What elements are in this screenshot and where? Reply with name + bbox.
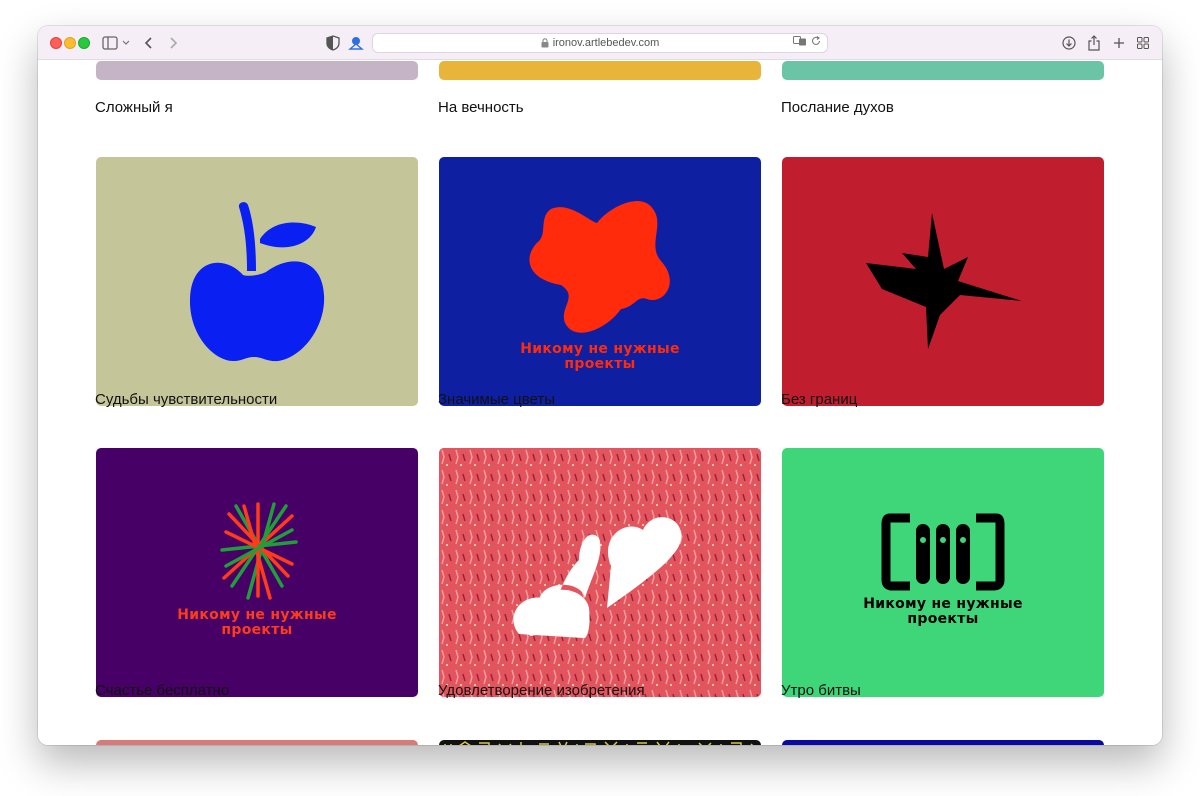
project-title[interactable]: Послание духов — [781, 99, 894, 116]
project-card[interactable] — [439, 448, 761, 697]
forward-button-icon[interactable] — [168, 34, 178, 52]
chevron-down-icon[interactable] — [122, 34, 130, 52]
gallery-content: Сложный я На вечность Послание духов Ник… — [38, 61, 1162, 745]
downloads-icon[interactable] — [1062, 34, 1076, 52]
browser-window: ironov.artlebedev.com Сложный я На вечно… — [38, 26, 1162, 745]
privacy-shield-icon[interactable] — [326, 34, 340, 52]
project-card[interactable] — [96, 61, 418, 80]
project-title[interactable]: Удовлетворение изобретения — [438, 682, 645, 699]
project-card[interactable]: Никому не нужные проекты — [439, 157, 761, 406]
project-card[interactable] — [782, 157, 1104, 406]
project-title[interactable]: Утро битвы — [781, 682, 861, 699]
project-card[interactable]: Никому не нужные проекты — [96, 448, 418, 697]
apple-icon — [189, 202, 325, 362]
address-bar-url: ironov.artlebedev.com — [552, 37, 660, 49]
project-title[interactable]: Судьбы чувствительности — [95, 391, 277, 408]
project-card[interactable] — [96, 157, 418, 406]
sidebar-toggle-icon[interactable] — [102, 34, 118, 52]
browser-toolbar: ironov.artlebedev.com — [38, 26, 1162, 60]
address-bar[interactable]: ironov.artlebedev.com — [372, 33, 828, 53]
translate-icon[interactable] — [793, 36, 807, 49]
share-icon[interactable] — [1088, 34, 1100, 52]
tile-overlay-text: проекты — [564, 356, 636, 372]
logo-icon — [881, 513, 1005, 591]
tile-overlay-text: Никому не нужные — [863, 596, 1023, 612]
tile-overlay-text: проекты — [221, 622, 293, 638]
project-title[interactable]: Счастье бесплатно — [95, 682, 229, 699]
project-card[interactable] — [782, 61, 1104, 80]
project-card[interactable] — [439, 61, 761, 80]
star-icon — [866, 213, 1022, 349]
tile-overlay-text: Никому не нужные — [177, 607, 337, 623]
back-button-icon[interactable] — [144, 34, 154, 52]
minimize-window-button[interactable] — [64, 37, 76, 49]
project-card[interactable] — [439, 740, 761, 745]
project-card[interactable]: Никому не нужные проекты — [782, 448, 1104, 697]
tab-overview-icon[interactable] — [1137, 34, 1149, 52]
extension-icon[interactable] — [348, 34, 364, 52]
project-title[interactable]: На вечность — [438, 99, 524, 116]
project-card[interactable] — [96, 740, 418, 745]
tile-overlay-text: проекты — [907, 611, 979, 627]
hearts-icon — [439, 448, 761, 697]
project-title[interactable]: Без границ — [781, 391, 857, 408]
close-window-button[interactable] — [50, 37, 62, 49]
pattern-icon — [444, 741, 754, 745]
maximize-window-button[interactable] — [78, 37, 90, 49]
reload-icon[interactable] — [811, 36, 821, 49]
new-tab-icon[interactable] — [1113, 34, 1125, 52]
crossed-lines-icon — [220, 502, 298, 600]
tile-overlay-text: Никому не нужные — [520, 341, 680, 357]
lock-icon — [541, 38, 549, 48]
project-card[interactable] — [782, 740, 1104, 745]
project-title[interactable]: Значимые цветы — [438, 391, 555, 408]
project-title[interactable]: Сложный я — [95, 99, 173, 116]
